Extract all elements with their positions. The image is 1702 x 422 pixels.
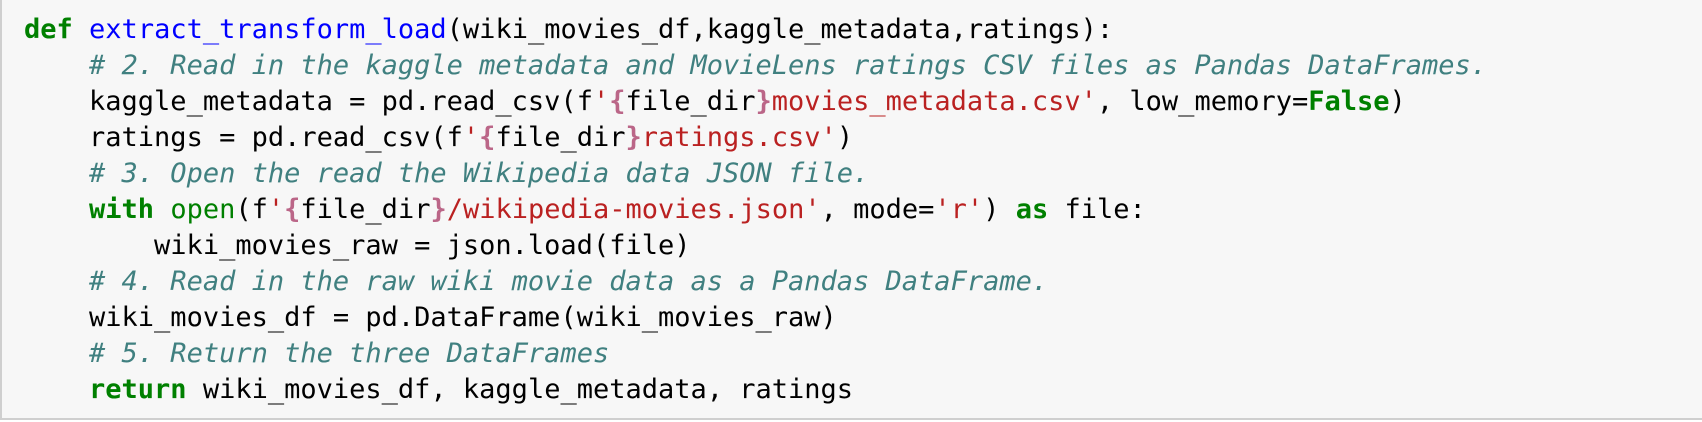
code-token: {	[284, 194, 301, 225]
code-token: '	[267, 194, 285, 225]
code-token: with	[89, 194, 155, 225]
code-token: # 2. Read in the kaggle metadata and Mov…	[89, 50, 1487, 81]
code-token: }	[430, 194, 447, 225]
code-line: kaggle_metadata = pd.read_csv(f'{file_di…	[24, 84, 1487, 120]
code-token: (wiki_movies_df,kaggle_metadata,ratings)…	[446, 14, 1114, 45]
code-token: def	[24, 14, 73, 45]
code-token: {	[609, 86, 626, 117]
code-line: with open(f'{file_dir}/wikipedia-movies.…	[24, 192, 1487, 228]
code-token: }	[755, 86, 772, 117]
code-token: movies_metadata.csv'	[771, 86, 1097, 117]
code-token: as	[1015, 194, 1049, 225]
code-line: return wiki_movies_df, kaggle_metadata, …	[24, 372, 1487, 408]
code-line: wiki_movies_raw = json.load(file)	[24, 228, 1487, 264]
code-token: # 4. Read in the raw wiki movie data as …	[89, 266, 1049, 297]
code-line: # 3. Open the read the Wikipedia data JS…	[24, 156, 1487, 192]
code-token: # 5. Return the three DataFrames	[89, 338, 610, 369]
code-token: )	[983, 194, 1016, 225]
code-token: return	[89, 374, 187, 405]
code-line: ratings = pd.read_csv(f'{file_dir}rating…	[24, 120, 1487, 156]
code-token: file_dir	[625, 86, 756, 117]
code-token: wiki_movies_df, kaggle_metadata, ratings	[186, 374, 854, 405]
code-token: ratings.csv'	[641, 122, 837, 153]
code-token: ratings = pd.read_csv(f	[89, 122, 463, 153]
code-token: extract_transform_load	[89, 14, 447, 45]
code-token: /wikipedia-movies.json'	[446, 194, 821, 225]
code-token: {	[479, 122, 496, 153]
code-token: '	[592, 86, 610, 117]
code-token: }	[625, 122, 642, 153]
code-token: kaggle_metadata = pd.read_csv(f	[89, 86, 593, 117]
code-cell[interactable]: def extract_transform_load(wiki_movies_d…	[0, 0, 1702, 420]
code-token: file_dir	[495, 122, 626, 153]
code-token: file:	[1048, 194, 1146, 225]
code-token: False	[1308, 86, 1390, 117]
code-token: wiki_movies_raw = json.load(file)	[154, 230, 691, 261]
code-token: (f	[235, 194, 268, 225]
code-token: # 3. Open the read the Wikipedia data JS…	[89, 158, 870, 189]
code-editor[interactable]: def extract_transform_load(wiki_movies_d…	[24, 12, 1487, 408]
code-token: wiki_movies_df = pd.DataFrame(wiki_movie…	[89, 302, 837, 333]
code-token: file_dir	[300, 194, 431, 225]
code-token: 'r'	[934, 194, 984, 225]
code-token: )	[1389, 86, 1406, 117]
code-token: '	[462, 122, 480, 153]
code-token: , mode=	[820, 194, 935, 225]
code-token: , low_memory=	[1096, 86, 1309, 117]
code-line: # 4. Read in the raw wiki movie data as …	[24, 264, 1487, 300]
code-line: wiki_movies_df = pd.DataFrame(wiki_movie…	[24, 300, 1487, 336]
code-line: def extract_transform_load(wiki_movies_d…	[24, 12, 1487, 48]
code-line: # 2. Read in the kaggle metadata and Mov…	[24, 48, 1487, 84]
code-token: open	[170, 194, 236, 225]
code-token: )	[836, 122, 854, 153]
code-line: # 5. Return the three DataFrames	[24, 336, 1487, 372]
